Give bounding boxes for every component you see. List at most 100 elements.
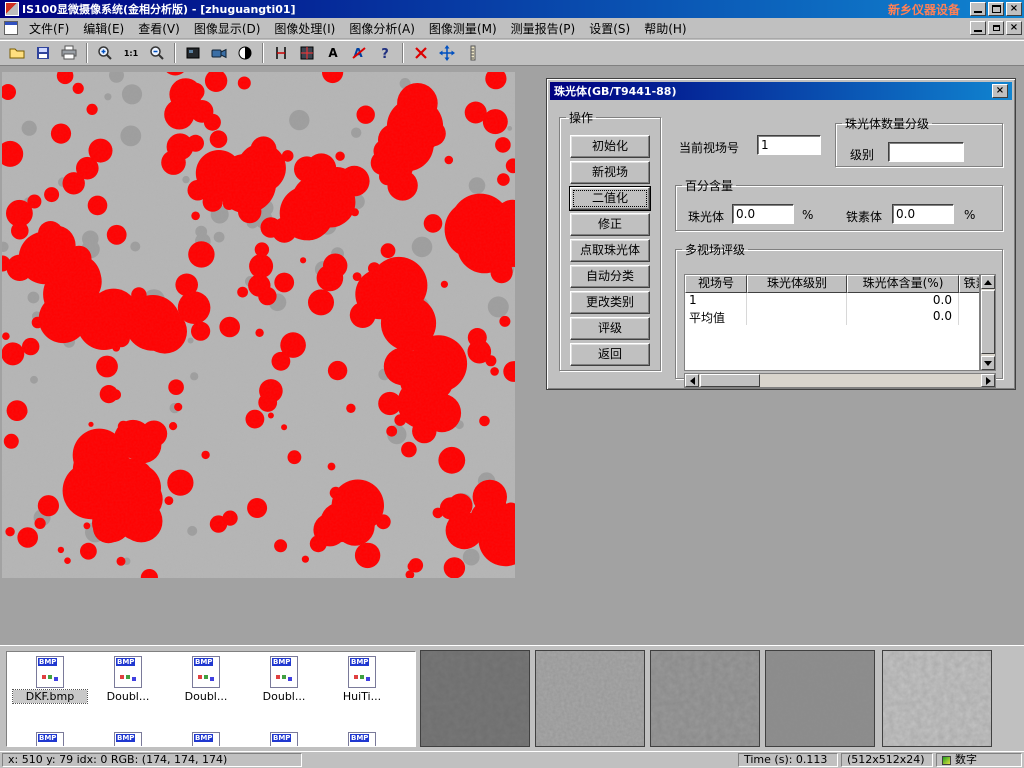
vertical-scroll-thumb[interactable]: [981, 290, 995, 354]
cursor-position-panel: x: 510 y: 79 idx: 0 RGB: (174, 174, 174): [2, 753, 302, 767]
file-item[interactable]: BMP: [169, 732, 243, 747]
font-button[interactable]: [321, 42, 345, 64]
child-close-button[interactable]: ×: [1006, 21, 1022, 35]
file-item[interactable]: BMP: [91, 732, 165, 747]
file-item[interactable]: BMP: [247, 732, 321, 747]
op-button-7[interactable]: 更改类别: [570, 291, 650, 314]
menu-item[interactable]: 编辑(E): [76, 18, 131, 39]
freeze-image-button[interactable]: [181, 42, 205, 64]
op-button-5[interactable]: 点取珠光体: [570, 239, 650, 262]
op-button-2[interactable]: 新视场: [570, 161, 650, 184]
metallographic-image[interactable]: [2, 72, 515, 578]
measure-caliper-button[interactable]: [269, 42, 293, 64]
rating-table: 视场号珠光体级别珠光体含量(%)铁素体含量(%) 10.0平均值0.0: [684, 274, 980, 371]
ruler-button[interactable]: [461, 42, 485, 64]
mdi-window-controls: ×: [968, 21, 1022, 35]
op-button-9[interactable]: 返回: [570, 343, 650, 366]
scroll-down-button[interactable]: [981, 356, 995, 370]
dialog-close-button[interactable]: ×: [992, 84, 1008, 98]
file-item[interactable]: BMPHuiTi...: [325, 656, 399, 703]
vertical-scrollbar[interactable]: [980, 274, 996, 371]
print-button[interactable]: [57, 42, 81, 64]
camera-button[interactable]: [207, 42, 231, 64]
child-minimize-button[interactable]: [970, 21, 986, 35]
thumbnail[interactable]: [420, 650, 530, 747]
grade-input[interactable]: [888, 142, 964, 162]
thumbnail[interactable]: [882, 650, 992, 747]
bmp-file-icon: BMP: [114, 732, 142, 747]
file-item[interactable]: BMPDoubl...: [91, 656, 165, 703]
child-restore-button[interactable]: [988, 21, 1004, 35]
file-item[interactable]: BMPDoubl...: [169, 656, 243, 703]
table-header-cell[interactable]: 视场号: [685, 275, 747, 293]
measure-grid-button[interactable]: [295, 42, 319, 64]
table-row[interactable]: 10.0: [685, 293, 979, 309]
font-remove-button[interactable]: [347, 42, 371, 64]
bmp-file-icon: BMP: [192, 656, 220, 688]
menu-item[interactable]: 图像显示(D): [187, 18, 268, 39]
maximize-button[interactable]: [988, 2, 1004, 16]
menu-item[interactable]: 设置(S): [582, 18, 637, 39]
file-item[interactable]: BMP: [13, 732, 87, 747]
actual-size-icon: [123, 45, 139, 61]
document-icon[interactable]: [4, 21, 18, 35]
bmp-tag: BMP: [116, 658, 135, 666]
table-header-cell[interactable]: 铁素体含量(%): [959, 275, 980, 293]
menu-item[interactable]: 图像测量(M): [422, 18, 504, 39]
image-size-panel: (512x512x24): [841, 753, 933, 767]
table-row[interactable]: 平均值0.0: [685, 309, 979, 325]
menu-item[interactable]: 帮助(H): [637, 18, 693, 39]
scroll-right-button[interactable]: [981, 374, 995, 387]
scroll-left-button[interactable]: [685, 374, 699, 387]
op-button-4[interactable]: 修正: [570, 213, 650, 236]
open-button[interactable]: [5, 42, 29, 64]
horizontal-scrollbar[interactable]: [684, 373, 996, 388]
grade-group: 珠光体数量分级 级别: [835, 115, 1003, 167]
arrow-right-icon: [986, 377, 995, 385]
scroll-up-button[interactable]: [981, 275, 995, 289]
dialog-titlebar[interactable]: 珠光体(GB/T9441-88) ×: [550, 82, 1012, 100]
file-item[interactable]: BMP: [325, 732, 399, 747]
table-cell: 平均值: [685, 309, 747, 325]
op-button-8[interactable]: 评级: [570, 317, 650, 340]
file-item[interactable]: BMPDKF.bmp: [13, 656, 87, 703]
menu-item[interactable]: 图像分析(A): [342, 18, 422, 39]
table-header-cell[interactable]: 珠光体级别: [747, 275, 847, 293]
minimize-button[interactable]: [970, 2, 986, 16]
menu-item[interactable]: 测量报告(P): [504, 18, 583, 39]
bmp-tag: BMP: [272, 734, 291, 742]
camera-icon: [211, 45, 227, 61]
bmp-tag: BMP: [38, 658, 57, 666]
table-cell: [747, 309, 847, 325]
help-button[interactable]: [373, 42, 397, 64]
toolbar-separator: [262, 43, 264, 63]
menu-item[interactable]: 查看(V): [131, 18, 187, 39]
bmp-tag: BMP: [194, 658, 213, 666]
horizontal-scroll-thumb[interactable]: [700, 374, 760, 387]
op-button-3[interactable]: 二值化: [570, 187, 650, 210]
menu-item[interactable]: 文件(F): [22, 18, 76, 39]
zoom-in-button[interactable]: [93, 42, 117, 64]
op-button-6[interactable]: 自动分类: [570, 265, 650, 288]
input-mode-label: 数字: [955, 754, 977, 766]
actual-size-button[interactable]: [119, 42, 143, 64]
thumbnail[interactable]: [765, 650, 875, 747]
thumbnail[interactable]: [650, 650, 760, 747]
table-cell: 1: [685, 293, 747, 309]
close-button[interactable]: ×: [1006, 2, 1022, 16]
op-button-1[interactable]: 初始化: [570, 135, 650, 158]
table-cell: [747, 293, 847, 309]
cut-button[interactable]: [409, 42, 433, 64]
menu-item[interactable]: 图像处理(I): [267, 18, 342, 39]
pan-button[interactable]: [435, 42, 459, 64]
file-item[interactable]: BMPDoubl...: [247, 656, 321, 703]
zoom-out-button[interactable]: [145, 42, 169, 64]
thumbnail[interactable]: [535, 650, 645, 747]
contrast-button[interactable]: [233, 42, 257, 64]
ferrite-input[interactable]: [892, 204, 954, 224]
bmp-file-icon: BMP: [114, 656, 142, 688]
save-button[interactable]: [31, 42, 55, 64]
current-field-input[interactable]: [757, 135, 821, 155]
pearlite-input[interactable]: [732, 204, 794, 224]
table-header-cell[interactable]: 珠光体含量(%): [847, 275, 959, 293]
